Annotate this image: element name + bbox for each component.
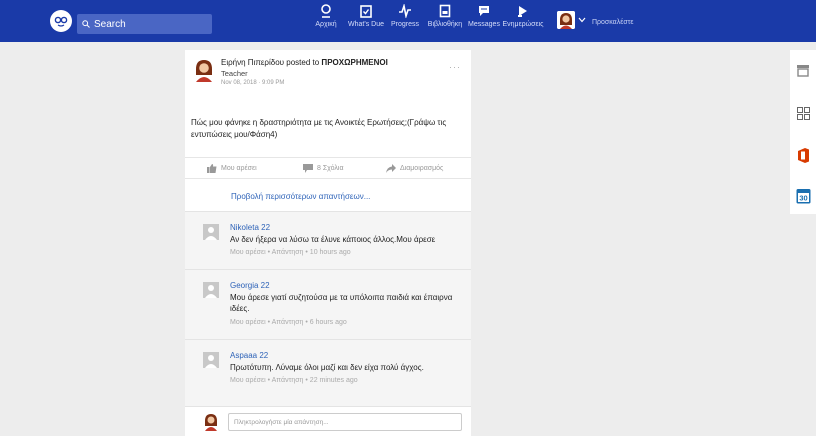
top-bar: Search Αρχική What's Due Progress Βιβλιο… — [0, 0, 816, 42]
main-nav: Αρχική What's Due Progress Βιβλιοθήκη Me… — [306, 4, 544, 38]
reply-row: Πληκτρολογήστε μία απάντηση... — [185, 406, 471, 436]
home-icon — [321, 4, 331, 18]
apps-grid-icon[interactable] — [795, 105, 811, 121]
office-icon[interactable] — [795, 147, 811, 163]
user-menu[interactable] — [557, 11, 586, 29]
commenter-name[interactable]: Aspaaa 22 — [230, 351, 268, 360]
comment-time: 6 hours ago — [309, 319, 347, 326]
commenter-avatar[interactable] — [203, 352, 219, 368]
view-more-replies-link[interactable]: Προβολή περισσότερων απαντήσεων... — [231, 192, 370, 201]
comments-list: Nikoleta 22 Αν δεν ήξερα να λύσω τα έλυν… — [185, 211, 471, 406]
commenter-avatar[interactable] — [203, 224, 219, 240]
comment-item: Georgia 22 Μου άρεσε γιατί συζητούσα με … — [185, 269, 471, 339]
chat-icon — [479, 6, 489, 16]
comment-like-link[interactable]: Μου αρέσει — [230, 377, 266, 384]
edmodo-logo-icon[interactable] — [50, 10, 72, 32]
nav-messages[interactable]: Messages — [466, 4, 502, 38]
comment-links: Μου αρέσει • Απάντηση • 6 hours ago — [230, 319, 347, 326]
post-actions: Μου αρέσει 8 Σχόλια Διαμοιρασμός — [185, 157, 471, 179]
comment-time: 22 minutes ago — [309, 377, 358, 384]
search-icon — [82, 20, 90, 28]
megaphone-icon — [518, 6, 527, 17]
current-user-avatar — [203, 413, 219, 431]
author-role: Teacher — [221, 69, 248, 78]
comment-links: Μου αρέσει • Απάντηση • 22 minutes ago — [230, 377, 358, 384]
posted-to-text: posted to — [286, 58, 320, 67]
search-placeholder: Search — [94, 18, 126, 30]
comment-item: Aspaaa 22 Πρωτότυπη. Λύναμε όλοι μαζί κα… — [185, 339, 471, 406]
post-body: Πώς μου φάνηκε η δραστηριότητα με τις Αν… — [191, 118, 447, 139]
group-name[interactable]: ΠΡΟΧΩΡΗΜΕΝΟΙ — [321, 58, 387, 67]
post-date: Nov 08, 2018 · 9:09 PM — [221, 80, 285, 86]
nav-updates[interactable]: Ενημερώσεις — [502, 4, 544, 38]
chevron-down-icon — [578, 17, 586, 23]
author-name[interactable]: Ειρήνη Πιπερίδου — [221, 58, 284, 67]
thumbs-up-icon — [207, 163, 217, 173]
commenter-avatar[interactable] — [203, 282, 219, 298]
comment-icon — [303, 163, 313, 173]
nav-progress[interactable]: Progress — [386, 4, 424, 38]
comment-links: Μου αρέσει • Απάντηση • 10 hours ago — [230, 249, 351, 256]
comments-button[interactable]: 8 Σχόλια — [303, 163, 344, 173]
comment-item: Nikoleta 22 Αν δεν ήξερα να λύσω τα έλυν… — [185, 211, 471, 269]
post-card: Ειρήνη Πιπερίδου posted to ΠΡΟΧΩΡΗΜΕΝΟΙ … — [185, 50, 471, 436]
calendar-check-icon — [360, 5, 372, 18]
library-icon — [439, 4, 451, 18]
comment-like-link[interactable]: Μου αρέσει — [230, 319, 266, 326]
share-button[interactable]: Διαμοιρασμός — [386, 163, 443, 173]
comment-text: Αν δεν ήξερα να λύσω τα έλυνε κάποιος άλ… — [230, 235, 436, 244]
comment-time: 10 hours ago — [309, 249, 351, 256]
comment-reply-link[interactable]: Απάντηση — [272, 377, 304, 384]
share-icon — [386, 163, 396, 173]
pulse-icon — [399, 4, 411, 18]
commenter-name[interactable]: Georgia 22 — [230, 281, 270, 290]
comment-like-link[interactable]: Μου αρέσει — [230, 249, 266, 256]
user-avatar — [557, 11, 575, 29]
commenter-name[interactable]: Nikoleta 22 — [230, 223, 270, 232]
calendar-icon[interactable]: 30 — [795, 188, 811, 204]
store-icon[interactable] — [795, 62, 811, 78]
comment-text: Μου άρεσε γιατί συζητούσα με τα υπόλοιπα… — [230, 293, 453, 313]
reply-input[interactable]: Πληκτρολογήστε μία απάντηση... — [228, 413, 462, 431]
nav-home[interactable]: Αρχική — [306, 4, 346, 38]
post-header: Ειρήνη Πιπερίδου posted to ΠΡΟΧΩΡΗΜΕΝΟΙ … — [193, 58, 388, 86]
invite-link[interactable]: Προσκαλέστε — [592, 19, 634, 26]
comment-text: Πρωτότυπη. Λύναμε όλοι μαζί και δεν είχα… — [230, 363, 424, 372]
apps-side-panel: 30 — [790, 50, 816, 214]
author-avatar[interactable] — [193, 58, 215, 82]
nav-whats-due[interactable]: What's Due — [346, 4, 386, 38]
nav-library[interactable]: Βιβλιοθήκη — [424, 4, 466, 38]
calendar-day: 30 — [799, 194, 807, 203]
comment-reply-link[interactable]: Απάντηση — [272, 319, 304, 326]
more-options-button[interactable]: ··· — [449, 62, 461, 72]
like-button[interactable]: Μου αρέσει — [207, 163, 257, 173]
comment-reply-link[interactable]: Απάντηση — [272, 249, 304, 256]
search-input[interactable]: Search — [77, 14, 212, 34]
